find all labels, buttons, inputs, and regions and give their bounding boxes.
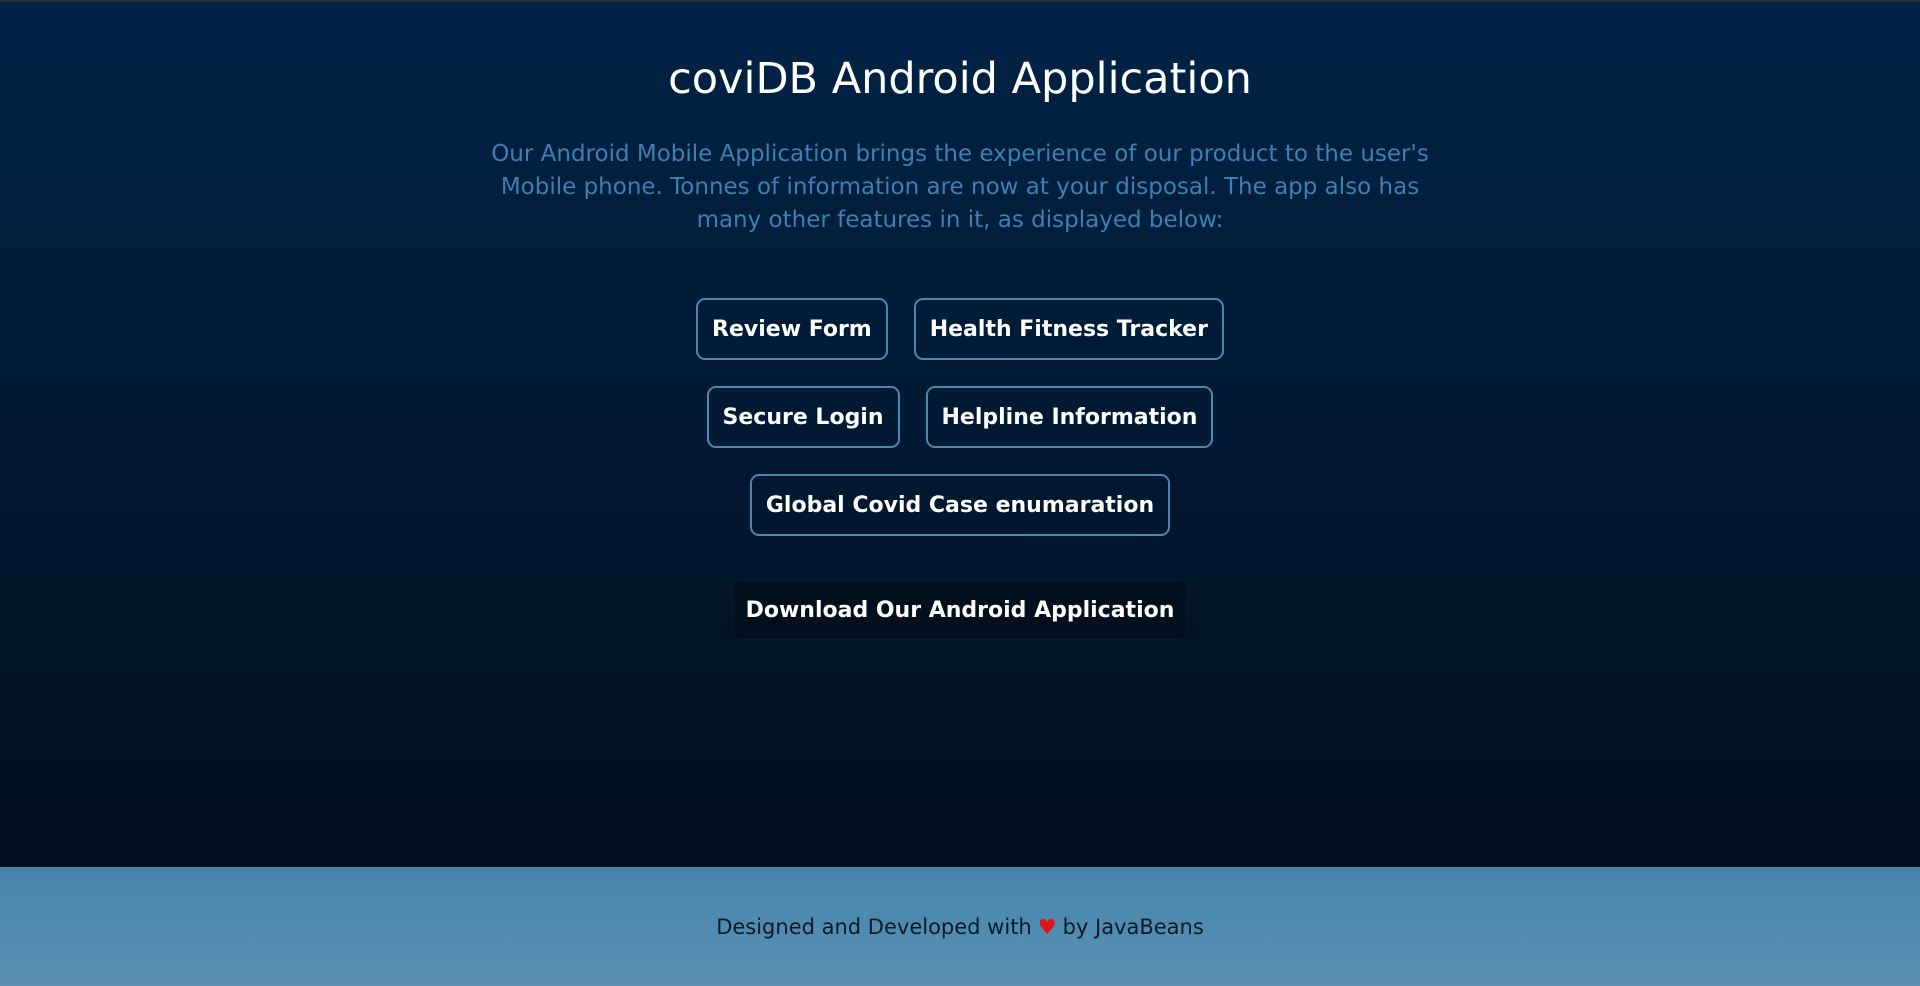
feature-row-1: Review Form Health Fitness Tracker [0, 298, 1920, 360]
review-form-button[interactable]: Review Form [696, 298, 888, 360]
health-fitness-tracker-button[interactable]: Health Fitness Tracker [913, 298, 1224, 360]
global-covid-case-button[interactable]: Global Covid Case enumaration [749, 474, 1171, 536]
download-app-button[interactable]: Download Our Android Application [732, 580, 1188, 640]
helpline-information-button[interactable]: Helpline Information [925, 386, 1214, 448]
page-title: coviDB Android Application [668, 54, 1252, 104]
secure-login-button[interactable]: Secure Login [706, 386, 900, 448]
page-description: Our Android Mobile Application brings th… [491, 141, 1429, 233]
footer-credit: Designed and Developed with ♥ by JavaBeans [716, 915, 1204, 939]
footer-suffix: by JavaBeans [1062, 914, 1204, 939]
footer: Designed and Developed with ♥ by JavaBeans [0, 867, 1920, 986]
heart-icon: ♥ [1037, 914, 1057, 939]
download-section: Download Our Android Application [0, 580, 1920, 640]
hero-section: coviDB Android Application Our Android M… [0, 2, 1920, 867]
feature-row-2: Secure Login Helpline Information [0, 386, 1920, 448]
footer-prefix: Designed and Developed with [716, 914, 1032, 939]
feature-row-3: Global Covid Case enumaration [0, 474, 1920, 536]
